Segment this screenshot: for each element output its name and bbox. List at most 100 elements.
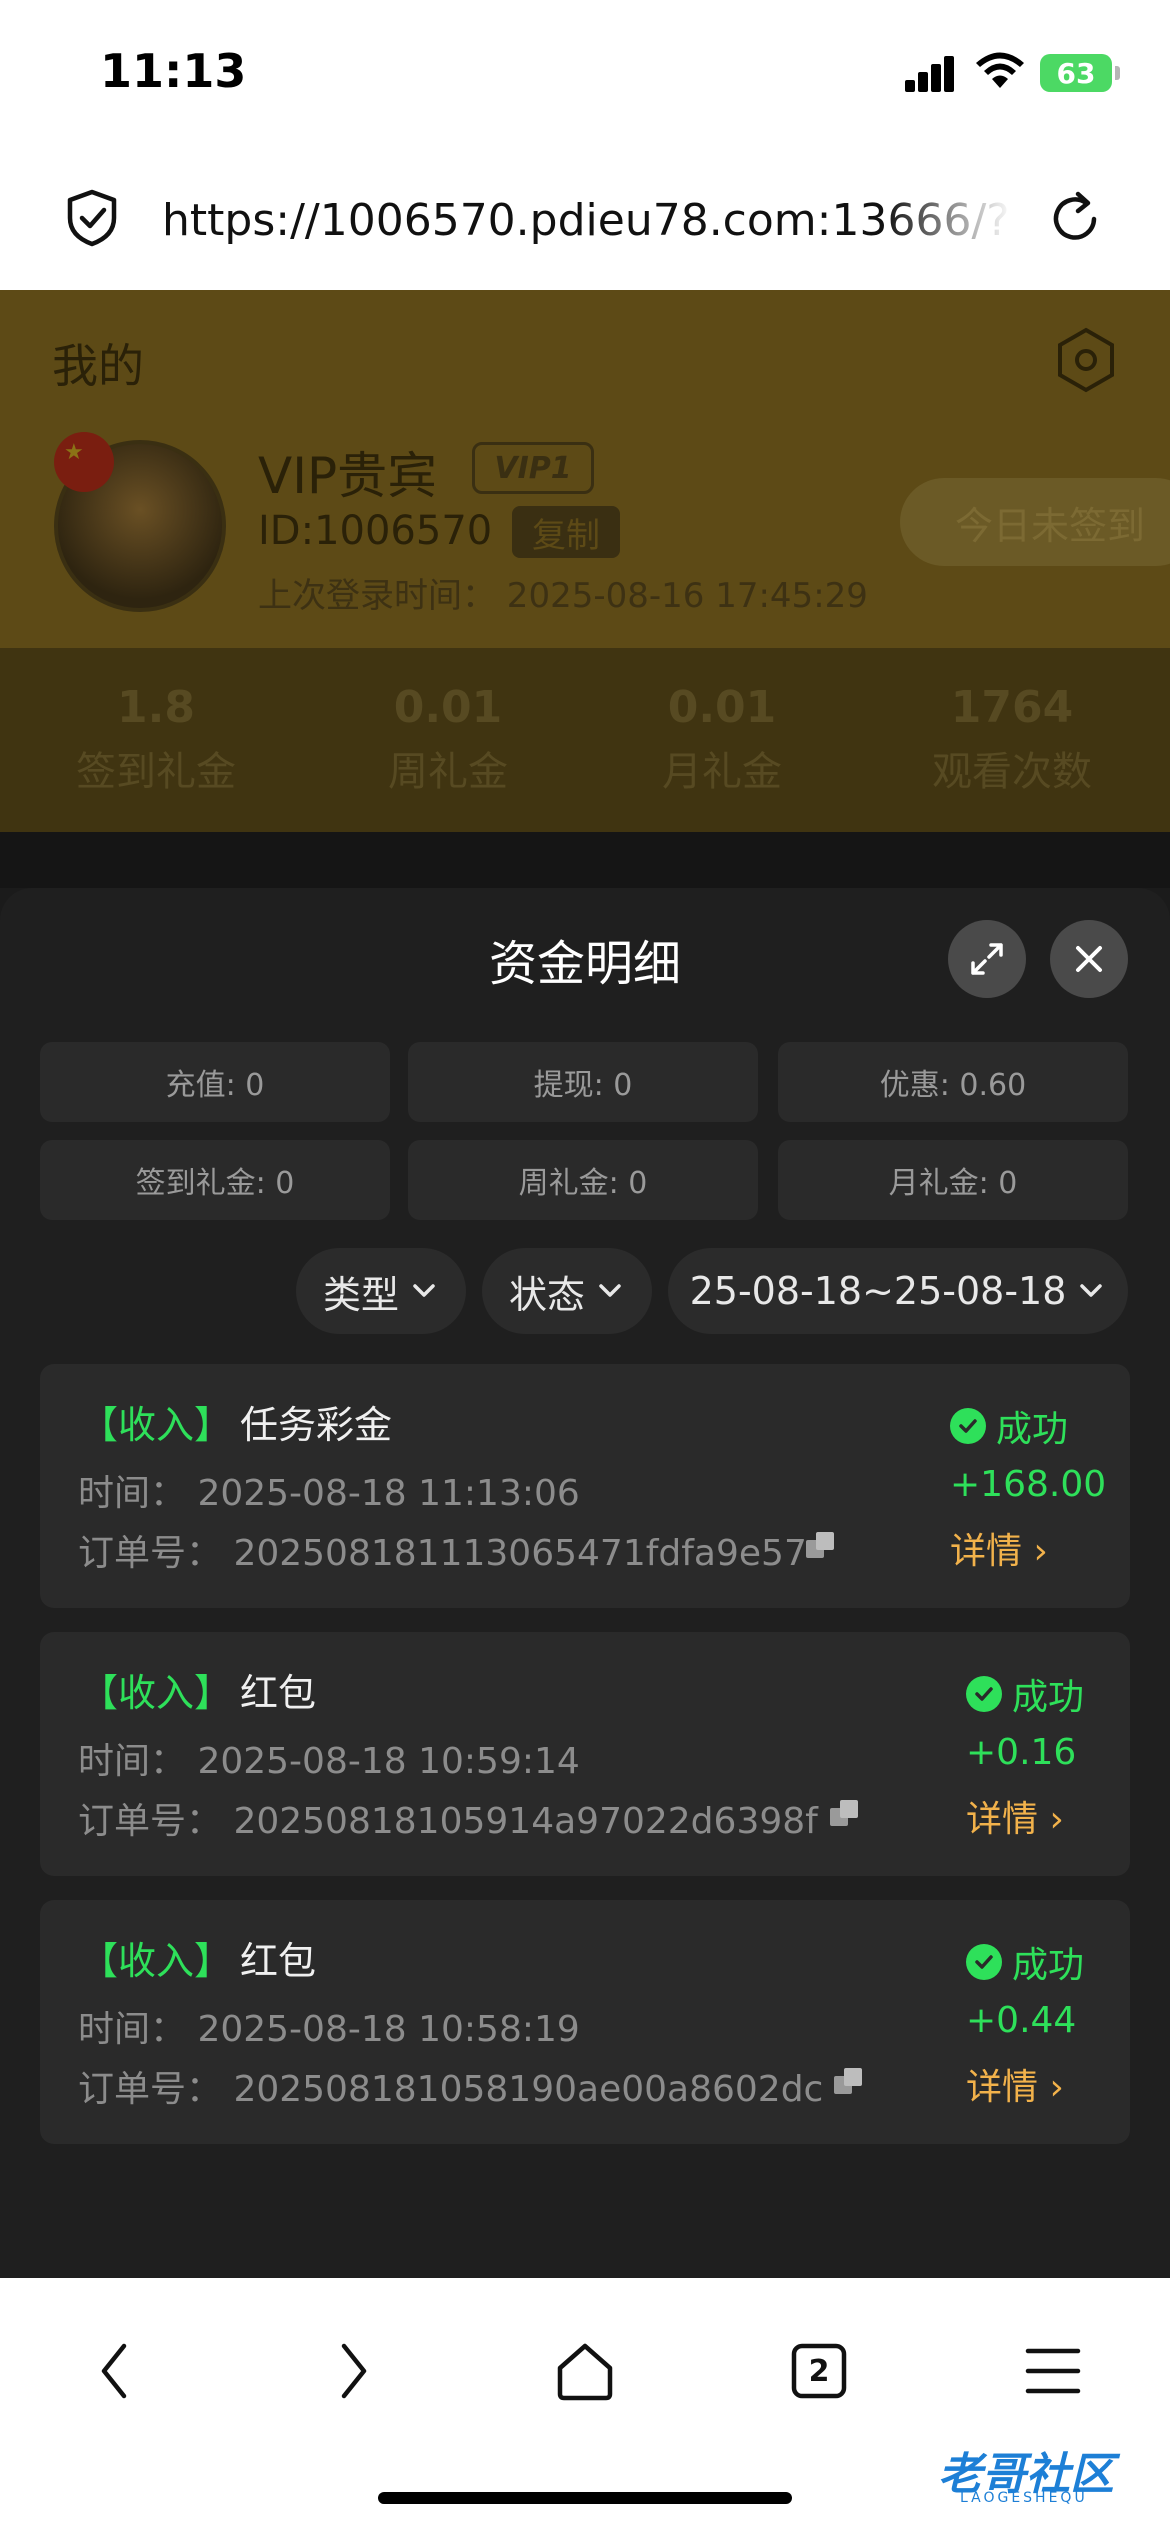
date-range-label: 25-08-18~25-08-18 — [689, 1269, 1067, 1313]
check-circle-icon — [966, 1676, 1002, 1712]
copy-icon[interactable] — [830, 2064, 866, 2100]
summary-recharge: 充值: 0 — [40, 1042, 390, 1122]
summary-sign-bonus: 签到礼金: 0 — [40, 1140, 390, 1220]
detail-label: 详情 — [966, 2067, 1039, 2108]
back-icon[interactable] — [82, 2336, 152, 2406]
transaction-status: 成功 — [966, 1668, 1084, 1720]
transaction-card: 【收入】 红包 时间： 2025-08-18 10:58:19 订单号： 202… — [40, 1900, 1130, 2144]
chevron-down-icon — [1080, 1284, 1103, 1297]
transaction-card: 【收入】 红包 时间： 2025-08-18 10:59:14 订单号： 202… — [40, 1632, 1130, 1876]
transaction-title: 任务彩金 — [240, 1403, 393, 1447]
forward-icon[interactable] — [316, 2336, 386, 2406]
transaction-time: 时间： 2025-08-18 10:58:19 — [78, 2009, 580, 2050]
transaction-status: 成功 — [966, 1936, 1084, 1988]
transaction-type: 【收入】 — [80, 1939, 233, 1983]
stat-value: 1.8 — [117, 682, 195, 733]
status-bar: 11:13 63 — [0, 0, 1170, 150]
transaction-title: 红包 — [240, 1939, 317, 1983]
profile-header: 我的 VIP贵宾 VIP1 ID:1006570 复制 上次登录时间： 2025… — [0, 290, 1170, 648]
backdrop[interactable] — [0, 832, 1170, 888]
status-label: 成功 — [1012, 1945, 1085, 1986]
page-title: 我的 — [52, 339, 144, 393]
summary-withdraw: 提现: 0 — [408, 1042, 758, 1122]
expand-icon — [971, 943, 1003, 975]
transaction-card: 【收入】 任务彩金 时间： 2025-08-18 11:13:06 订单号： 2… — [40, 1364, 1130, 1608]
china-flag-icon — [54, 432, 114, 492]
stat-item: 0.01 周礼金 — [318, 682, 578, 797]
watermark-sub: LAOGESHEQU — [960, 2490, 1088, 2506]
transaction-amount: +168.00 — [950, 1464, 1107, 1505]
summary-discount: 优惠: 0.60 — [778, 1042, 1128, 1122]
tabs-count: 2 — [808, 2353, 830, 2389]
battery-indicator: 63 — [1040, 54, 1120, 92]
status-label: 成功 — [1012, 1677, 1085, 1718]
status-filter-dropdown[interactable]: 状态 — [482, 1248, 652, 1334]
home-indicator[interactable] — [378, 2492, 792, 2504]
copy-icon[interactable] — [802, 1528, 838, 1564]
stat-item: 1.8 签到礼金 — [26, 682, 286, 797]
last-login-time: 上次登录时间： 2025-08-16 17:45:29 — [258, 576, 868, 616]
detail-link[interactable]: 详情 › — [966, 2058, 1064, 2110]
transaction-order: 订单号： 20250818105819‌0ae00a8602dc — [78, 2069, 824, 2110]
chevron-right-icon: › — [1049, 1799, 1064, 1840]
transaction-type: 【收入】 — [80, 1403, 233, 1447]
stat-value: 0.01 — [393, 682, 503, 733]
stat-value: 0.01 — [667, 682, 777, 733]
detail-label: 详情 — [966, 1799, 1039, 1840]
user-id: ID:1006570 — [258, 508, 493, 554]
detail-link[interactable]: 详情 › — [966, 1790, 1064, 1842]
detail-label: 详情 — [950, 1531, 1023, 1572]
stat-item: 0.01 月礼金 — [592, 682, 852, 797]
transaction-title: 红包 — [240, 1671, 317, 1715]
chevron-right-icon: › — [1033, 1531, 1048, 1572]
type-filter-label: 类型 — [322, 1272, 399, 1317]
transaction-amount: +0.16 — [966, 1732, 1077, 1773]
stat-item: 1764 观看次数 — [882, 682, 1142, 797]
status-filter-label: 状态 — [508, 1272, 585, 1317]
transaction-time: 时间： 2025-08-18 11:13:06 — [78, 1473, 580, 1514]
vip-name: VIP贵宾 — [258, 447, 438, 505]
home-icon[interactable] — [550, 2336, 620, 2406]
transaction-status: 成功 — [950, 1400, 1068, 1452]
menu-icon[interactable] — [1018, 2336, 1088, 2406]
transaction-type: 【收入】 — [80, 1671, 233, 1715]
fund-details-sheet: 资金明细 充值: 0 提现: 0 优惠: 0.60 签到礼金: 0 周礼金: 0… — [0, 888, 1170, 2278]
stat-label: 签到礼金 — [76, 749, 236, 795]
summary-monthly-bonus: 月礼金: 0 — [778, 1140, 1128, 1220]
transaction-amount: +0.44 — [966, 2000, 1077, 2041]
expand-button[interactable] — [948, 920, 1026, 998]
vip-level-badge: VIP1 — [472, 442, 594, 494]
type-filter-dropdown[interactable]: 类型 — [296, 1248, 466, 1334]
cellular-signal-icon — [905, 56, 955, 92]
date-range-filter[interactable]: 25-08-18~25-08-18 — [668, 1248, 1128, 1334]
summary-weekly-bonus: 周礼金: 0 — [408, 1140, 758, 1220]
chevron-down-icon — [413, 1284, 435, 1297]
stat-label: 周礼金 — [388, 749, 508, 795]
close-button[interactable] — [1050, 920, 1128, 998]
stat-value: 1764 — [950, 682, 1074, 733]
wifi-icon — [976, 52, 1024, 88]
shield-check-icon — [67, 189, 117, 247]
reload-icon[interactable] — [1046, 190, 1104, 248]
browser-url-bar[interactable]: https://1006570.pdieu78.com:13666/?sha — [0, 150, 1170, 290]
detail-link[interactable]: 详情 › — [950, 1522, 1048, 1574]
stat-label: 观看次数 — [932, 749, 1092, 795]
check-circle-icon — [950, 1408, 986, 1444]
check-circle-icon — [966, 1944, 1002, 1980]
copy-id-button[interactable]: 复制 — [512, 506, 620, 558]
chevron-down-icon — [599, 1284, 621, 1297]
chevron-right-icon: › — [1049, 2067, 1064, 2108]
close-icon — [1076, 946, 1102, 972]
settings-hexagon-icon[interactable] — [1052, 326, 1120, 394]
tabs-button[interactable]: 2 — [784, 2336, 854, 2406]
sign-in-button[interactable]: 今日未签到 — [900, 478, 1170, 566]
stats-row: 1.8 签到礼金 0.01 周礼金 0.01 月礼金 1764 观看次数 — [0, 648, 1170, 832]
browser-toolbar: 2 老哥社区 LAOGESHEQU — [0, 2278, 1170, 2532]
transaction-order: 订单号： 20250818105914a97022d6398f — [78, 1801, 818, 1842]
stat-label: 月礼金 — [662, 749, 782, 795]
url-text[interactable]: https://1006570.pdieu78.com:13666/?sha — [162, 186, 1012, 256]
transaction-order: 订单号： 20250818111306547‌1fdfa9e57 — [78, 1533, 807, 1574]
copy-icon[interactable] — [826, 1796, 862, 1832]
status-label: 成功 — [996, 1409, 1069, 1450]
transaction-time: 时间： 2025-08-18 10:59:14 — [78, 1741, 580, 1782]
